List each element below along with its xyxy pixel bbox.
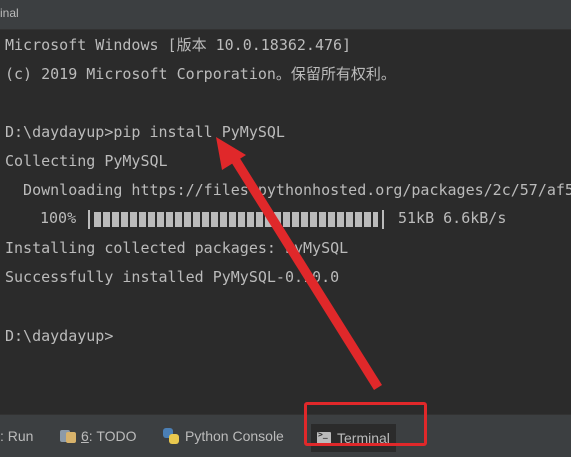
tab-todo[interactable]: 6: TODO: [60, 424, 137, 448]
progress-percent: 100%: [40, 209, 77, 227]
tab-todo-number: 6: [81, 428, 89, 444]
terminal-prompt: D:\daydayup>: [5, 327, 114, 345]
terminal-line: Collecting PyMySQL: [5, 152, 168, 170]
terminal-line: D:\daydayup>pip install PyMySQL: [5, 123, 285, 141]
terminal-line: Successfully installed PyMySQL-0.10.0: [5, 268, 340, 286]
annotation-highlight-box: [304, 402, 427, 446]
progress-fill: [94, 212, 378, 227]
tab-run[interactable]: : Run: [0, 424, 33, 448]
progress-stats: 51kB 6.6kB/s: [398, 209, 507, 227]
window-title: inal: [0, 6, 19, 20]
tab-python-console[interactable]: Python Console: [163, 424, 284, 448]
terminal-line: Installing collected packages: PyMySQL: [5, 239, 349, 257]
todo-icon: [60, 429, 76, 443]
python-icon: [163, 428, 179, 444]
tab-python-console-label: Python Console: [185, 428, 284, 444]
terminal-line: Downloading https://files.pythonhosted.o…: [5, 181, 571, 199]
title-bar: inal: [0, 0, 571, 30]
terminal-line: Microsoft Windows [版本 10.0.18362.476]: [5, 36, 352, 54]
terminal-line: (c) 2019 Microsoft Corporation。保留所有权利。: [5, 65, 396, 83]
progress-bar: [88, 210, 384, 229]
tab-todo-label: : TODO: [88, 428, 137, 444]
terminal-output[interactable]: Microsoft Windows [版本 10.0.18362.476] (c…: [0, 30, 571, 395]
tool-window-bar: : Run 6: TODO Python Console Terminal: [0, 414, 571, 457]
tab-run-label: : Run: [0, 428, 34, 444]
